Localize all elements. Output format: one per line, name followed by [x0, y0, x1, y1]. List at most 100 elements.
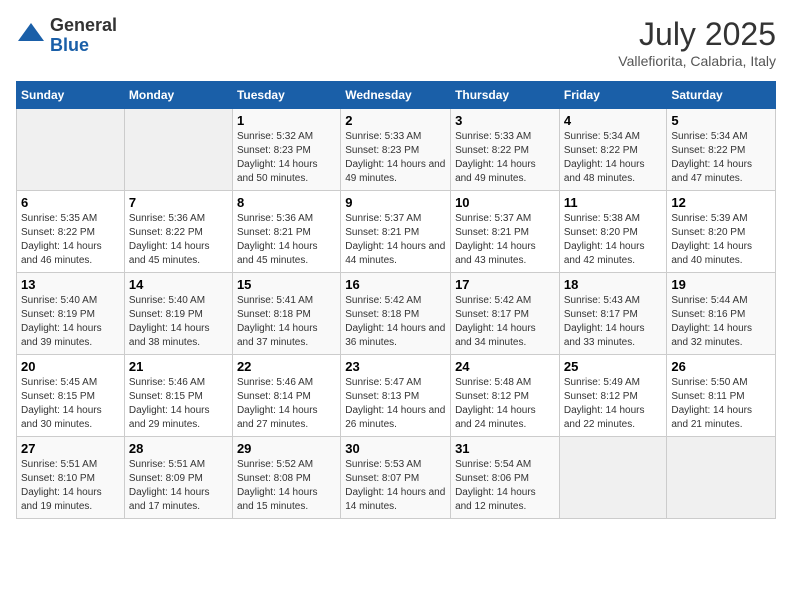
calendar-cell: 20Sunrise: 5:45 AMSunset: 8:15 PMDayligh… [17, 355, 125, 437]
day-number: 10 [455, 195, 555, 210]
day-info: Sunrise: 5:34 AMSunset: 8:22 PMDaylight:… [671, 130, 771, 186]
calendar-week-1: 1Sunrise: 5:32 AMSunset: 8:23 PMDaylight… [17, 109, 776, 191]
calendar-cell: 26Sunrise: 5:50 AMSunset: 8:11 PMDayligh… [667, 355, 776, 437]
day-number: 26 [671, 359, 771, 374]
day-number: 12 [671, 195, 771, 210]
col-header-friday: Friday [559, 82, 667, 109]
day-number: 22 [237, 359, 336, 374]
calendar-cell [17, 109, 125, 191]
day-number: 30 [345, 441, 446, 456]
day-info: Sunrise: 5:36 AMSunset: 8:21 PMDaylight:… [237, 212, 336, 268]
day-number: 7 [129, 195, 228, 210]
day-number: 16 [345, 277, 446, 292]
day-info: Sunrise: 5:42 AMSunset: 8:18 PMDaylight:… [345, 294, 446, 350]
calendar-week-3: 13 Sunrise: 5:40 AMSunset: 8:19 PMDayligh… [17, 273, 776, 355]
col-header-tuesday: Tuesday [232, 82, 340, 109]
day-info: Sunrise: 5:37 AMSunset: 8:21 PMDaylight:… [455, 212, 555, 268]
day-info: Sunrise: 5:42 AMSunset: 8:17 PMDaylight:… [455, 294, 555, 350]
day-number: 29 [237, 441, 336, 456]
calendar-cell: 5 Sunrise: 5:34 AMSunset: 8:22 PMDaylight… [667, 109, 776, 191]
day-info: Sunrise: 5:39 AMSunset: 8:20 PMDaylight:… [671, 212, 771, 268]
day-number: 25 [564, 359, 663, 374]
calendar-week-4: 20Sunrise: 5:45 AMSunset: 8:15 PMDayligh… [17, 355, 776, 437]
day-info: Sunrise: 5:35 AMSunset: 8:22 PMDaylight:… [21, 212, 120, 268]
calendar-cell: 1Sunrise: 5:32 AMSunset: 8:23 PMDaylight… [232, 109, 340, 191]
calendar-cell: 30 Sunrise: 5:53 AMSunset: 8:07 PMDayligh… [341, 437, 451, 519]
calendar-cell: 15 Sunrise: 5:41 AMSunset: 8:18 PMDayligh… [232, 273, 340, 355]
day-info: Sunrise: 5:41 AMSunset: 8:18 PMDaylight:… [237, 294, 336, 350]
calendar-cell [559, 437, 667, 519]
calendar-cell: 4 Sunrise: 5:34 AMSunset: 8:22 PMDaylight… [559, 109, 667, 191]
logo: General Blue [16, 16, 117, 56]
calendar-cell: 7 Sunrise: 5:36 AMSunset: 8:22 PMDaylight… [124, 191, 232, 273]
day-info: Sunrise: 5:47 AMSunset: 8:13 PMDaylight:… [345, 376, 446, 432]
logo-blue: Blue [50, 36, 117, 56]
day-info: Sunrise: 5:51 AMSunset: 8:09 PMDaylight:… [129, 458, 228, 514]
calendar-cell: 3 Sunrise: 5:33 AMSunset: 8:22 PMDaylight… [451, 109, 560, 191]
calendar-cell: 28 Sunrise: 5:51 AMSunset: 8:09 PMDayligh… [124, 437, 232, 519]
calendar-cell: 24Sunrise: 5:48 AMSunset: 8:12 PMDayligh… [451, 355, 560, 437]
day-number: 15 [237, 277, 336, 292]
calendar-cell: 19Sunrise: 5:44 AMSunset: 8:16 PMDayligh… [667, 273, 776, 355]
col-header-sunday: Sunday [17, 82, 125, 109]
col-header-wednesday: Wednesday [341, 82, 451, 109]
day-number: 2 [345, 113, 446, 128]
day-number: 8 [237, 195, 336, 210]
logo-icon [16, 21, 46, 51]
day-number: 11 [564, 195, 663, 210]
calendar-cell: 27Sunrise: 5:51 AMSunset: 8:10 PMDayligh… [17, 437, 125, 519]
day-number: 3 [455, 113, 555, 128]
day-info: Sunrise: 5:37 AMSunset: 8:21 PMDaylight:… [345, 212, 446, 268]
day-info: Sunrise: 5:49 AMSunset: 8:12 PMDaylight:… [564, 376, 663, 432]
calendar-cell: 2 Sunrise: 5:33 AMSunset: 8:23 PMDaylight… [341, 109, 451, 191]
header-row: SundayMondayTuesdayWednesdayThursdayFrid… [17, 82, 776, 109]
day-info: Sunrise: 5:53 AMSunset: 8:07 PMDaylight:… [345, 458, 446, 514]
day-number: 4 [564, 113, 663, 128]
day-info: Sunrise: 5:40 AMSunset: 8:19 PMDaylight:… [21, 294, 120, 350]
day-info: Sunrise: 5:38 AMSunset: 8:20 PMDaylight:… [564, 212, 663, 268]
day-number: 31 [455, 441, 555, 456]
day-info: Sunrise: 5:54 AMSunset: 8:06 PMDaylight:… [455, 458, 555, 514]
month-year: July 2025 [618, 16, 776, 53]
day-info: Sunrise: 5:36 AMSunset: 8:22 PMDaylight:… [129, 212, 228, 268]
calendar-cell: 13 Sunrise: 5:40 AMSunset: 8:19 PMDayligh… [17, 273, 125, 355]
calendar-cell: 8 Sunrise: 5:36 AMSunset: 8:21 PMDaylight… [232, 191, 340, 273]
col-header-monday: Monday [124, 82, 232, 109]
location: Vallefiorita, Calabria, Italy [618, 53, 776, 69]
calendar-cell: 16 Sunrise: 5:42 AMSunset: 8:18 PMDayligh… [341, 273, 451, 355]
day-info: Sunrise: 5:52 AMSunset: 8:08 PMDaylight:… [237, 458, 336, 514]
day-info: Sunrise: 5:34 AMSunset: 8:22 PMDaylight:… [564, 130, 663, 186]
title-block: July 2025 Vallefiorita, Calabria, Italy [618, 16, 776, 69]
calendar-cell: 9 Sunrise: 5:37 AMSunset: 8:21 PMDaylight… [341, 191, 451, 273]
day-number: 27 [21, 441, 120, 456]
day-number: 19 [671, 277, 771, 292]
day-info: Sunrise: 5:32 AMSunset: 8:23 PMDaylight:… [237, 130, 336, 186]
day-info: Sunrise: 5:46 AMSunset: 8:15 PMDaylight:… [129, 376, 228, 432]
day-number: 9 [345, 195, 446, 210]
day-info: Sunrise: 5:33 AMSunset: 8:22 PMDaylight:… [455, 130, 555, 186]
calendar-cell: 29 Sunrise: 5:52 AMSunset: 8:08 PMDayligh… [232, 437, 340, 519]
calendar-cell: 11 Sunrise: 5:38 AMSunset: 8:20 PMDayligh… [559, 191, 667, 273]
col-header-thursday: Thursday [451, 82, 560, 109]
day-number: 13 [21, 277, 120, 292]
calendar-cell: 6 Sunrise: 5:35 AMSunset: 8:22 PMDaylight… [17, 191, 125, 273]
day-info: Sunrise: 5:40 AMSunset: 8:19 PMDaylight:… [129, 294, 228, 350]
day-number: 21 [129, 359, 228, 374]
day-number: 5 [671, 113, 771, 128]
calendar-table: SundayMondayTuesdayWednesdayThursdayFrid… [16, 81, 776, 519]
calendar-cell: 14 Sunrise: 5:40 AMSunset: 8:19 PMDayligh… [124, 273, 232, 355]
calendar-cell: 22Sunrise: 5:46 AMSunset: 8:14 PMDayligh… [232, 355, 340, 437]
day-number: 14 [129, 277, 228, 292]
day-info: Sunrise: 5:33 AMSunset: 8:23 PMDaylight:… [345, 130, 446, 186]
calendar-week-5: 27Sunrise: 5:51 AMSunset: 8:10 PMDayligh… [17, 437, 776, 519]
calendar-week-2: 6 Sunrise: 5:35 AMSunset: 8:22 PMDaylight… [17, 191, 776, 273]
logo-general: General [50, 16, 117, 36]
day-number: 20 [21, 359, 120, 374]
day-info: Sunrise: 5:43 AMSunset: 8:17 PMDaylight:… [564, 294, 663, 350]
day-number: 6 [21, 195, 120, 210]
calendar-cell [124, 109, 232, 191]
calendar-cell: 18Sunrise: 5:43 AMSunset: 8:17 PMDayligh… [559, 273, 667, 355]
calendar-cell: 21 Sunrise: 5:46 AMSunset: 8:15 PMDayligh… [124, 355, 232, 437]
day-number: 28 [129, 441, 228, 456]
day-number: 17 [455, 277, 555, 292]
